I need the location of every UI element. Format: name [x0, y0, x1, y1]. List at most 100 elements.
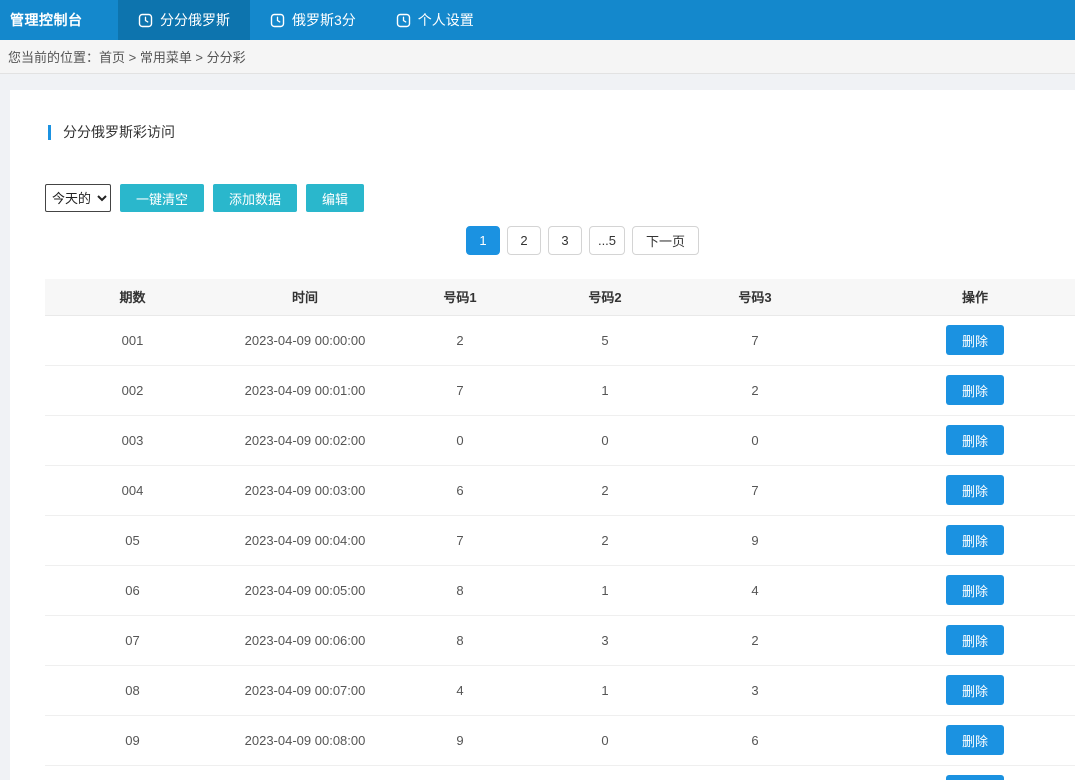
- table-row: 004 2023-04-09 00:03:00 6 2 7 删除: [45, 465, 1075, 515]
- cell-number1: [390, 765, 530, 780]
- delete-button[interactable]: 删除: [946, 675, 1004, 705]
- column-header: 期数: [45, 279, 220, 315]
- delete-button[interactable]: 删除: [946, 575, 1004, 605]
- cell-number3: 7: [680, 315, 830, 365]
- cell-number3: 6: [680, 715, 830, 765]
- cell-time: 2023-04-09 00:04:00: [220, 515, 390, 565]
- delete-button[interactable]: 删除: [946, 625, 1004, 655]
- cell-time: 2023-04-09 00:05:00: [220, 565, 390, 615]
- table-row: 002 2023-04-09 00:01:00 7 1 2 删除: [45, 365, 1075, 415]
- column-header: 号码1: [390, 279, 530, 315]
- results-table: 期数时间号码1号码2号码3操作 001 2023-04-09 00:00:00 …: [45, 279, 1075, 780]
- panel-title: 分分俄罗斯彩访问: [48, 122, 1075, 142]
- page-button[interactable]: 3: [548, 226, 582, 255]
- cell-time: 2023-04-09 00:03:00: [220, 465, 390, 515]
- nav-item[interactable]: 俄罗斯3分: [250, 0, 376, 40]
- page-button[interactable]: ...5: [589, 226, 625, 255]
- edit-button[interactable]: 编辑: [306, 184, 364, 212]
- clear-all-button[interactable]: 一键清空: [120, 184, 204, 212]
- table-header-row: 期数时间号码1号码2号码3操作: [45, 279, 1075, 315]
- page-button-active[interactable]: 1: [466, 226, 500, 255]
- cell-time: 2023-04-09 00:00:00: [220, 315, 390, 365]
- cell-time: 2023-04-09 00:06:00: [220, 615, 390, 665]
- cell-number3: 3: [680, 665, 830, 715]
- cell-actions: 删除: [830, 665, 1075, 715]
- delete-button[interactable]: 删除: [946, 325, 1004, 355]
- cell-actions: 删除: [830, 765, 1075, 780]
- cell-number3: 2: [680, 615, 830, 665]
- cell-number2: 1: [530, 565, 680, 615]
- cell-actions: 删除: [830, 465, 1075, 515]
- cell-number1: 6: [390, 465, 530, 515]
- nav-item[interactable]: 个人设置: [376, 0, 494, 40]
- column-header: 号码2: [530, 279, 680, 315]
- nav-item-label: 俄罗斯3分: [292, 10, 356, 30]
- delete-button[interactable]: 删除: [946, 475, 1004, 505]
- cell-time: 2023-04-09 00:01:00: [220, 365, 390, 415]
- cell-actions: 删除: [830, 515, 1075, 565]
- page-title: 分分俄罗斯彩访问: [63, 122, 175, 142]
- cell-time: [220, 765, 390, 780]
- table-row: 09 2023-04-09 00:08:00 9 0 6 删除: [45, 715, 1075, 765]
- add-data-button[interactable]: 添加数据: [213, 184, 297, 212]
- delete-button[interactable]: 删除: [946, 725, 1004, 755]
- table-wrap: 期数时间号码1号码2号码3操作 001 2023-04-09 00:00:00 …: [45, 279, 1075, 780]
- cell-number1: 8: [390, 565, 530, 615]
- cell-number1: 8: [390, 615, 530, 665]
- delete-button[interactable]: 删除: [946, 425, 1004, 455]
- clock-icon: [270, 13, 285, 28]
- cell-period: 001: [45, 315, 220, 365]
- nav-item[interactable]: 分分俄罗斯: [118, 0, 250, 40]
- cell-actions: 删除: [830, 715, 1075, 765]
- topnav: 分分俄罗斯 俄罗斯3分 个人设置: [118, 0, 494, 40]
- cell-actions: 删除: [830, 615, 1075, 665]
- cell-actions: 删除: [830, 565, 1075, 615]
- cell-time: 2023-04-09 00:08:00: [220, 715, 390, 765]
- cell-actions: 删除: [830, 415, 1075, 465]
- date-filter-select[interactable]: 今天的: [45, 184, 111, 212]
- cell-time: 2023-04-09 00:02:00: [220, 415, 390, 465]
- cell-period: 003: [45, 415, 220, 465]
- cell-number1: 0: [390, 415, 530, 465]
- delete-button[interactable]: 删除: [946, 775, 1004, 780]
- cell-number3: 2: [680, 365, 830, 415]
- delete-button[interactable]: 删除: [946, 375, 1004, 405]
- clock-icon: [138, 13, 153, 28]
- breadcrumb-bar: 您当前的位置：首页 > 常用菜单 > 分分彩: [0, 40, 1075, 74]
- table-row: 07 2023-04-09 00:06:00 8 3 2 删除: [45, 615, 1075, 665]
- cell-number2: 2: [530, 465, 680, 515]
- table-row: 08 2023-04-09 00:07:00 4 1 3 删除: [45, 665, 1075, 715]
- topbar: 管理控制台 分分俄罗斯 俄罗斯3分 个人设置: [0, 0, 1075, 40]
- cell-number2: 5: [530, 315, 680, 365]
- next-page-button[interactable]: 下一页: [632, 226, 699, 255]
- cell-number2: 0: [530, 715, 680, 765]
- cell-period: 08: [45, 665, 220, 715]
- controls-row: 今天的 一键清空 添加数据 编辑: [45, 184, 1075, 212]
- cell-number2: 2: [530, 515, 680, 565]
- pagination-wrap: 123...5 下一页: [45, 226, 1075, 255]
- cell-number2: [530, 765, 680, 780]
- delete-button[interactable]: 删除: [946, 525, 1004, 555]
- column-header: 操作: [830, 279, 1075, 315]
- cell-number3: 4: [680, 565, 830, 615]
- cell-period: 004: [45, 465, 220, 515]
- cell-period: 06: [45, 565, 220, 615]
- clock-icon: [396, 13, 411, 28]
- cell-period: [45, 765, 220, 780]
- cell-number2: 0: [530, 415, 680, 465]
- pagination: 123...5 下一页: [466, 226, 699, 255]
- cell-number2: 1: [530, 665, 680, 715]
- cell-number1: 7: [390, 365, 530, 415]
- brand-title: 管理控制台: [0, 0, 118, 40]
- cell-actions: 删除: [830, 365, 1075, 415]
- cell-period: 05: [45, 515, 220, 565]
- column-header: 号码3: [680, 279, 830, 315]
- page-button[interactable]: 2: [507, 226, 541, 255]
- table-row: 05 2023-04-09 00:04:00 7 2 9 删除: [45, 515, 1075, 565]
- cell-number3: [680, 765, 830, 780]
- table-row: 06 2023-04-09 00:05:00 8 1 4 删除: [45, 565, 1075, 615]
- title-accent-bar: [48, 125, 51, 140]
- cell-number1: 2: [390, 315, 530, 365]
- cell-number3: 0: [680, 415, 830, 465]
- cell-period: 07: [45, 615, 220, 665]
